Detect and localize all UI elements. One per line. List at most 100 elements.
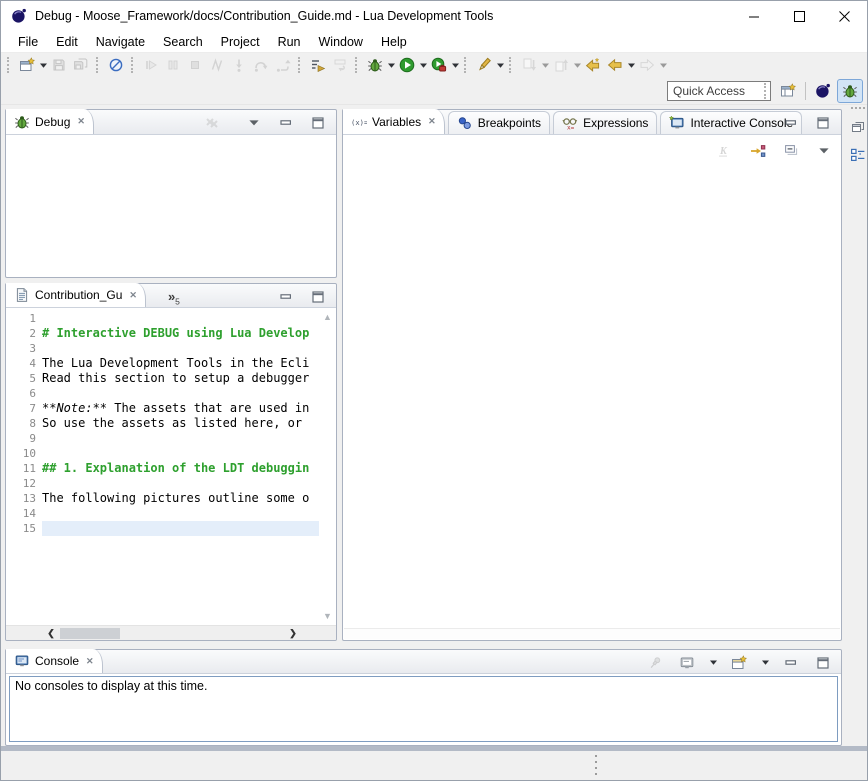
maximize-view-button[interactable] bbox=[307, 286, 329, 308]
last-edit-location-button[interactable] bbox=[582, 54, 604, 76]
remove-terminated-button[interactable] bbox=[201, 112, 223, 134]
tab-console[interactable]: Console ✕ bbox=[6, 649, 103, 673]
step-return-button[interactable] bbox=[272, 54, 294, 76]
drop-to-frame-button[interactable] bbox=[329, 54, 351, 76]
menu-run[interactable]: Run bbox=[269, 31, 310, 53]
debug-perspective-button[interactable] bbox=[838, 80, 862, 102]
scroll-right-arrow[interactable]: ❯ bbox=[286, 626, 300, 640]
outline-view-button[interactable] bbox=[848, 145, 868, 165]
new-wizard-button[interactable] bbox=[16, 54, 38, 76]
save-button[interactable] bbox=[48, 54, 70, 76]
scrollbar-thumb[interactable] bbox=[60, 628, 120, 639]
status-bar-drag-handle[interactable] bbox=[595, 755, 597, 775]
previous-annotation-button[interactable] bbox=[550, 54, 572, 76]
open-console-button[interactable] bbox=[728, 652, 750, 674]
tab-debug[interactable]: Debug ✕ bbox=[6, 109, 94, 134]
scroll-left-arrow[interactable]: ❮ bbox=[44, 626, 58, 640]
tab-variables[interactable]: (x)=Variables✕ bbox=[343, 109, 445, 134]
restore-views-button[interactable] bbox=[848, 117, 868, 137]
view-menu-button[interactable] bbox=[243, 112, 265, 134]
debug-button[interactable] bbox=[364, 54, 386, 76]
maximize-view-button[interactable] bbox=[307, 112, 329, 134]
display-selected-console-button[interactable] bbox=[676, 652, 698, 674]
view-menu-button[interactable] bbox=[813, 140, 835, 162]
menu-help[interactable]: Help bbox=[372, 31, 416, 53]
resume-button[interactable] bbox=[140, 54, 162, 76]
close-tab-button[interactable]: ✕ bbox=[75, 116, 85, 127]
dropdown-caret-icon[interactable] bbox=[418, 54, 428, 76]
editor-line-number-ruler[interactable]: 123456789101112131415 bbox=[16, 308, 42, 625]
show-logical-structure-button[interactable] bbox=[747, 140, 769, 162]
back-button[interactable] bbox=[604, 54, 626, 76]
mark-occurrences-button[interactable] bbox=[473, 54, 495, 76]
dropdown-caret-icon[interactable] bbox=[495, 54, 505, 76]
menu-navigate[interactable]: Navigate bbox=[87, 31, 154, 53]
dropdown-caret-icon[interactable] bbox=[450, 54, 460, 76]
editor-annotation-ruler[interactable] bbox=[6, 308, 16, 625]
dropdown-caret-icon[interactable] bbox=[386, 54, 396, 76]
tab-breakpoints[interactable]: Breakpoints bbox=[448, 111, 550, 134]
remove-terminated-icon bbox=[204, 115, 220, 131]
close-tab-button[interactable]: ✕ bbox=[127, 290, 137, 301]
step-over-button[interactable] bbox=[250, 54, 272, 76]
scroll-up-arrow[interactable]: ▲ bbox=[319, 310, 336, 324]
ldt-perspective-button[interactable] bbox=[811, 80, 835, 102]
external-tools-button[interactable] bbox=[428, 54, 450, 76]
use-step-filters-button[interactable] bbox=[307, 54, 329, 76]
dropdown-caret-icon[interactable] bbox=[38, 54, 48, 76]
open-perspective-icon bbox=[780, 83, 796, 99]
forward-button[interactable] bbox=[636, 54, 658, 76]
suspend-button[interactable] bbox=[162, 54, 184, 76]
ldt-app-icon bbox=[11, 8, 27, 24]
minimize-view-button[interactable] bbox=[780, 652, 802, 674]
close-tab-button[interactable]: ✕ bbox=[84, 656, 94, 667]
run-button[interactable] bbox=[396, 54, 418, 76]
minimize-view-button[interactable] bbox=[780, 112, 802, 134]
close-window-button[interactable] bbox=[822, 1, 867, 31]
show-logical-structure-icon bbox=[750, 143, 766, 159]
maximize-view-button[interactable] bbox=[812, 112, 834, 134]
dropdown-caret-icon[interactable] bbox=[626, 54, 636, 76]
show-type-names-button[interactable]: K bbox=[714, 140, 736, 162]
editor-vertical-scrollbar[interactable]: ▲ ▼ bbox=[319, 308, 336, 625]
disconnect-button[interactable] bbox=[206, 54, 228, 76]
minimize-view-button[interactable] bbox=[275, 286, 297, 308]
dropdown-caret-icon[interactable] bbox=[708, 652, 718, 674]
editor-text-segment: # Interactive DEBUG using Lua Develop bbox=[42, 326, 309, 340]
menu-file[interactable]: File bbox=[9, 31, 47, 53]
open-perspective-button[interactable] bbox=[776, 80, 800, 102]
line-number: 11 bbox=[16, 461, 42, 476]
tab-contribution-guide[interactable]: Contribution_Gu ✕ bbox=[6, 283, 146, 307]
minimize-view-button[interactable] bbox=[275, 112, 297, 134]
tab-expressions[interactable]: x=Expressions bbox=[553, 111, 657, 134]
maximize-view-icon bbox=[815, 655, 831, 671]
save-all-button[interactable] bbox=[70, 54, 92, 76]
editor-text-area[interactable]: # Interactive DEBUG using Lua Develop The… bbox=[42, 308, 319, 625]
maximize-window-button[interactable] bbox=[777, 1, 822, 31]
external-tools-icon bbox=[431, 57, 447, 73]
editor-horizontal-scrollbar[interactable]: ❮ ❯ bbox=[6, 625, 336, 640]
toolbar-separator bbox=[764, 83, 770, 99]
menu-window[interactable]: Window bbox=[310, 31, 372, 53]
editor-text-segment: The following pictures outline some o bbox=[42, 491, 309, 505]
skip-all-breakpoints-button[interactable] bbox=[105, 54, 127, 76]
menu-search[interactable]: Search bbox=[154, 31, 212, 53]
dropdown-caret-icon[interactable] bbox=[658, 54, 668, 76]
pin-console-button[interactable] bbox=[644, 652, 666, 674]
menu-edit[interactable]: Edit bbox=[47, 31, 87, 53]
dropdown-caret-icon[interactable] bbox=[760, 652, 770, 674]
dropdown-caret-icon[interactable] bbox=[540, 54, 550, 76]
menu-project[interactable]: Project bbox=[212, 31, 269, 53]
maximize-view-button[interactable] bbox=[812, 652, 834, 674]
step-into-button[interactable] bbox=[228, 54, 250, 76]
more-editors-chevron[interactable]: »5 bbox=[168, 285, 180, 307]
dropdown-caret-icon[interactable] bbox=[572, 54, 582, 76]
toolbar-separator bbox=[355, 57, 361, 73]
quick-access-input[interactable] bbox=[667, 81, 771, 101]
close-tab-button[interactable]: ✕ bbox=[426, 116, 436, 127]
scroll-down-arrow[interactable]: ▼ bbox=[319, 609, 336, 623]
terminate-button[interactable] bbox=[184, 54, 206, 76]
minimize-window-button[interactable] bbox=[732, 1, 777, 31]
next-annotation-button[interactable] bbox=[518, 54, 540, 76]
collapse-all-button[interactable] bbox=[780, 140, 802, 162]
